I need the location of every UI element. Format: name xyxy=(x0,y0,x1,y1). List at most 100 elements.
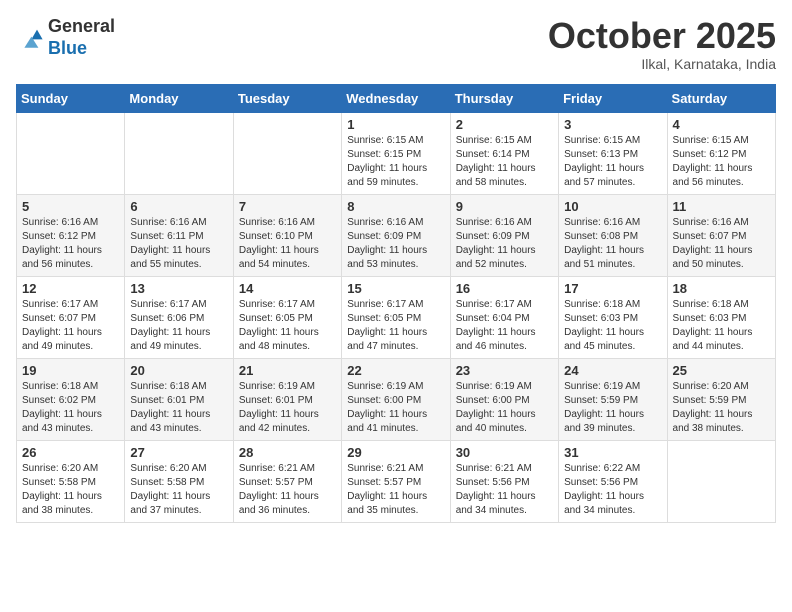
day-number: 3 xyxy=(564,117,661,132)
calendar-cell: 28Sunrise: 6:21 AM Sunset: 5:57 PM Dayli… xyxy=(233,440,341,522)
calendar-cell: 11Sunrise: 6:16 AM Sunset: 6:07 PM Dayli… xyxy=(667,194,775,276)
calendar-cell xyxy=(667,440,775,522)
calendar-cell: 2 Sunrise: 6:15 AM Sunset: 6:14 PM Daylig… xyxy=(450,112,558,194)
calendar-cell: 6Sunrise: 6:16 AM Sunset: 6:11 PM Daylig… xyxy=(125,194,233,276)
calendar-cell: 20Sunrise: 6:18 AM Sunset: 6:01 PM Dayli… xyxy=(125,358,233,440)
weekday-header-tuesday: Tuesday xyxy=(233,84,341,112)
day-number: 9 xyxy=(456,199,553,214)
page-header: General Blue October 2025 Ilkal, Karnata… xyxy=(16,16,776,72)
logo-general-text: General xyxy=(48,16,115,38)
day-number: 18 xyxy=(673,281,770,296)
day-number: 21 xyxy=(239,363,336,378)
weekday-header-thursday: Thursday xyxy=(450,84,558,112)
day-number: 8 xyxy=(347,199,444,214)
day-number: 16 xyxy=(456,281,553,296)
weekday-header-wednesday: Wednesday xyxy=(342,84,450,112)
calendar-cell: 30Sunrise: 6:21 AM Sunset: 5:56 PM Dayli… xyxy=(450,440,558,522)
calendar-cell: 4Sunrise: 6:15 AM Sunset: 6:12 PM Daylig… xyxy=(667,112,775,194)
day-info: Sunrise: 6:17 AM Sunset: 6:06 PM Dayligh… xyxy=(130,298,227,354)
weekday-header-monday: Monday xyxy=(125,84,233,112)
title-block: October 2025 Ilkal, Karnataka, India xyxy=(548,16,776,72)
day-number: 26 xyxy=(22,445,119,460)
day-number: 27 xyxy=(130,445,227,460)
day-info: Sunrise: 6:16 AM Sunset: 6:07 PM Dayligh… xyxy=(673,216,770,272)
day-number: 1 xyxy=(347,117,444,132)
calendar-cell: 1 Sunrise: 6:15 AM Sunset: 6:15 PM Daylig… xyxy=(342,112,450,194)
calendar-cell: 13 Sunrise: 6:17 AM Sunset: 6:06 PM Dayli… xyxy=(125,276,233,358)
calendar-cell: 7Sunrise: 6:16 AM Sunset: 6:10 PM Daylig… xyxy=(233,194,341,276)
calendar-body: 1 Sunrise: 6:15 AM Sunset: 6:15 PM Daylig… xyxy=(17,112,776,522)
day-info: Sunrise: 6:18 AM Sunset: 6:02 PM Dayligh… xyxy=(22,380,119,436)
calendar-cell: 27 Sunrise: 6:20 AM Sunset: 5:58 PM Dayli… xyxy=(125,440,233,522)
day-info: Sunrise: 6:15 AM Sunset: 6:12 PM Dayligh… xyxy=(673,134,770,190)
calendar-table: SundayMondayTuesdayWednesdayThursdayFrid… xyxy=(16,84,776,523)
calendar-cell: 25Sunrise: 6:20 AM Sunset: 5:59 PM Dayli… xyxy=(667,358,775,440)
day-info: Sunrise: 6:17 AM Sunset: 6:07 PM Dayligh… xyxy=(22,298,119,354)
day-info: Sunrise: 6:15 AM Sunset: 6:14 PM Dayligh… xyxy=(456,134,553,190)
day-number: 20 xyxy=(130,363,227,378)
calendar-week-1: 1 Sunrise: 6:15 AM Sunset: 6:15 PM Daylig… xyxy=(17,112,776,194)
calendar-cell: 29 Sunrise: 6:21 AM Sunset: 5:57 PM Dayli… xyxy=(342,440,450,522)
calendar-cell: 24 Sunrise: 6:19 AM Sunset: 5:59 PM Dayli… xyxy=(559,358,667,440)
day-number: 15 xyxy=(347,281,444,296)
calendar-cell: 23Sunrise: 6:19 AM Sunset: 6:00 PM Dayli… xyxy=(450,358,558,440)
day-info: Sunrise: 6:17 AM Sunset: 6:05 PM Dayligh… xyxy=(239,298,336,354)
calendar-cell xyxy=(17,112,125,194)
calendar-week-4: 19 Sunrise: 6:18 AM Sunset: 6:02 PM Dayli… xyxy=(17,358,776,440)
calendar-cell: 26Sunrise: 6:20 AM Sunset: 5:58 PM Dayli… xyxy=(17,440,125,522)
calendar-cell: 8 Sunrise: 6:16 AM Sunset: 6:09 PM Daylig… xyxy=(342,194,450,276)
day-number: 28 xyxy=(239,445,336,460)
day-info: Sunrise: 6:16 AM Sunset: 6:09 PM Dayligh… xyxy=(347,216,444,272)
calendar-cell: 22 Sunrise: 6:19 AM Sunset: 6:00 PM Dayli… xyxy=(342,358,450,440)
day-info: Sunrise: 6:22 AM Sunset: 5:56 PM Dayligh… xyxy=(564,462,661,518)
calendar-cell xyxy=(233,112,341,194)
day-number: 17 xyxy=(564,281,661,296)
calendar-cell: 16 Sunrise: 6:17 AM Sunset: 6:04 PM Dayli… xyxy=(450,276,558,358)
day-info: Sunrise: 6:16 AM Sunset: 6:08 PM Dayligh… xyxy=(564,216,661,272)
day-number: 12 xyxy=(22,281,119,296)
day-number: 14 xyxy=(239,281,336,296)
day-number: 29 xyxy=(347,445,444,460)
day-number: 30 xyxy=(456,445,553,460)
calendar-week-2: 5Sunrise: 6:16 AM Sunset: 6:12 PM Daylig… xyxy=(17,194,776,276)
day-info: Sunrise: 6:17 AM Sunset: 6:04 PM Dayligh… xyxy=(456,298,553,354)
weekday-header-sunday: Sunday xyxy=(17,84,125,112)
calendar-cell: 9 Sunrise: 6:16 AM Sunset: 6:09 PM Daylig… xyxy=(450,194,558,276)
day-info: Sunrise: 6:16 AM Sunset: 6:11 PM Dayligh… xyxy=(130,216,227,272)
logo: General Blue xyxy=(16,16,115,59)
calendar-cell xyxy=(125,112,233,194)
day-info: Sunrise: 6:17 AM Sunset: 6:05 PM Dayligh… xyxy=(347,298,444,354)
day-info: Sunrise: 6:20 AM Sunset: 5:58 PM Dayligh… xyxy=(130,462,227,518)
day-info: Sunrise: 6:18 AM Sunset: 6:03 PM Dayligh… xyxy=(673,298,770,354)
day-info: Sunrise: 6:19 AM Sunset: 6:01 PM Dayligh… xyxy=(239,380,336,436)
calendar-cell: 18 Sunrise: 6:18 AM Sunset: 6:03 PM Dayli… xyxy=(667,276,775,358)
calendar-cell: 12 Sunrise: 6:17 AM Sunset: 6:07 PM Dayli… xyxy=(17,276,125,358)
calendar-cell: 21 Sunrise: 6:19 AM Sunset: 6:01 PM Dayli… xyxy=(233,358,341,440)
logo-blue-text: Blue xyxy=(48,38,115,60)
calendar-cell: 17Sunrise: 6:18 AM Sunset: 6:03 PM Dayli… xyxy=(559,276,667,358)
day-number: 24 xyxy=(564,363,661,378)
month-title: October 2025 xyxy=(548,16,776,56)
calendar-cell: 15 Sunrise: 6:17 AM Sunset: 6:05 PM Dayli… xyxy=(342,276,450,358)
day-info: Sunrise: 6:19 AM Sunset: 6:00 PM Dayligh… xyxy=(347,380,444,436)
day-number: 10 xyxy=(564,199,661,214)
day-number: 22 xyxy=(347,363,444,378)
location: Ilkal, Karnataka, India xyxy=(548,56,776,72)
calendar-cell: 31Sunrise: 6:22 AM Sunset: 5:56 PM Dayli… xyxy=(559,440,667,522)
calendar-week-5: 26 Sunrise: 6:20 AM Sunset: 5:58 PM Dayli… xyxy=(17,440,776,522)
day-number: 13 xyxy=(130,281,227,296)
day-info: Sunrise: 6:15 AM Sunset: 6:15 PM Dayligh… xyxy=(347,134,444,190)
calendar-week-3: 12 Sunrise: 6:17 AM Sunset: 6:07 PM Dayli… xyxy=(17,276,776,358)
day-number: 23 xyxy=(456,363,553,378)
weekday-header-saturday: Saturday xyxy=(667,84,775,112)
day-info: Sunrise: 6:20 AM Sunset: 5:59 PM Dayligh… xyxy=(673,380,770,436)
day-number: 2 xyxy=(456,117,553,132)
calendar-cell: 10 Sunrise: 6:16 AM Sunset: 6:08 PM Dayli… xyxy=(559,194,667,276)
day-info: Sunrise: 6:16 AM Sunset: 6:09 PM Dayligh… xyxy=(456,216,553,272)
calendar-cell: 5Sunrise: 6:16 AM Sunset: 6:12 PM Daylig… xyxy=(17,194,125,276)
day-number: 19 xyxy=(22,363,119,378)
day-info: Sunrise: 6:19 AM Sunset: 5:59 PM Dayligh… xyxy=(564,380,661,436)
logo-icon xyxy=(16,24,44,52)
day-info: Sunrise: 6:21 AM Sunset: 5:57 PM Dayligh… xyxy=(347,462,444,518)
calendar-cell: 14 Sunrise: 6:17 AM Sunset: 6:05 PM Dayli… xyxy=(233,276,341,358)
